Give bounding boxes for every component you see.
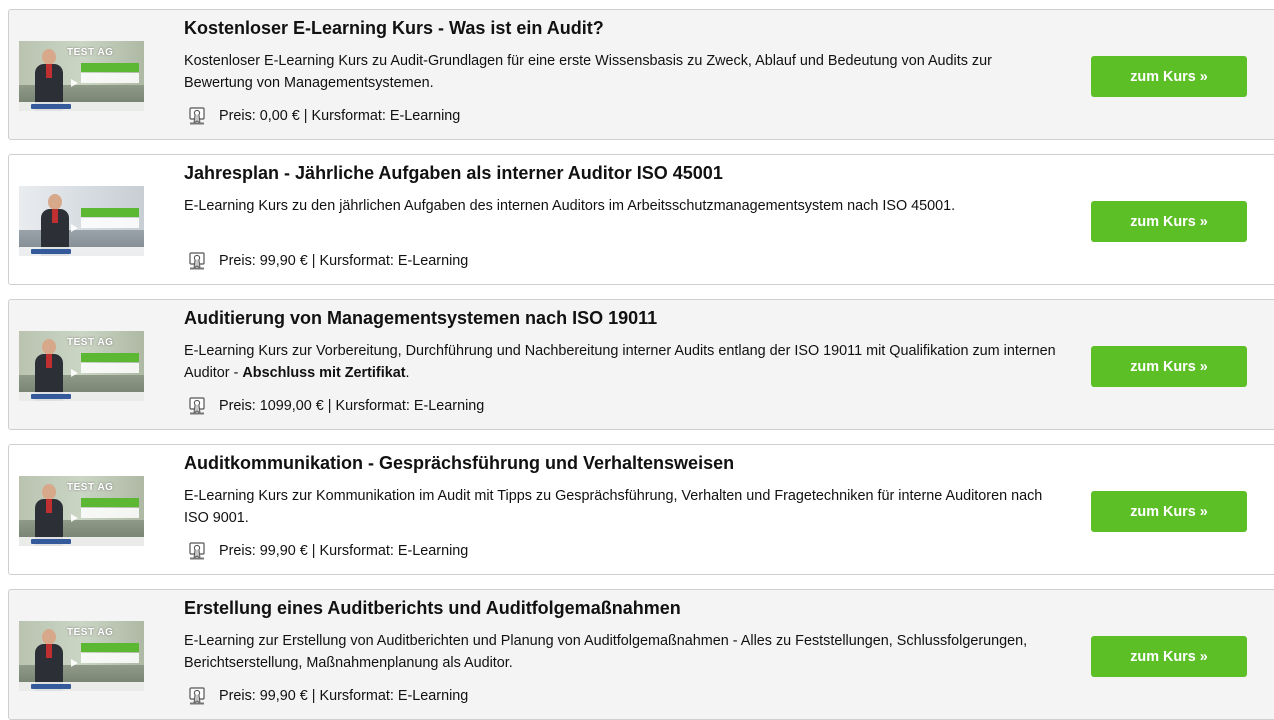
zum-kurs-button[interactable]: zum Kurs » <box>1091 491 1247 532</box>
thumbnail-logo-text: TEST AG <box>67 47 114 58</box>
course-thumbnail[interactable]: TEST AG <box>19 331 144 401</box>
course-description: E-Learning Kurs zur Vorbereitung, Durchf… <box>184 343 1056 381</box>
course-description: E-Learning Kurs zu den jährlichen Aufgab… <box>184 198 956 214</box>
certificate-badge-icon <box>189 107 205 125</box>
course-card: TEST AG Kostenloser E-Learning Kurs - Wa… <box>8 9 1274 140</box>
zum-kurs-button[interactable]: zum Kurs » <box>1091 346 1247 387</box>
zum-kurs-button[interactable]: zum Kurs » <box>1091 56 1247 97</box>
certificate-badge-icon <box>189 687 205 705</box>
course-title[interactable]: Kostenloser E-Learning Kurs - Was ist ei… <box>184 18 604 39</box>
course-meta: Preis: 99,90 € | Kursformat: E-Learning <box>189 687 468 705</box>
course-meta-text: Preis: 99,90 € | Kursformat: E-Learning <box>219 253 469 269</box>
course-card: TEST AG Auditkommunikation - Gesprächsfü… <box>8 444 1274 575</box>
course-card: TEST AG Auditierung von Managementsystem… <box>8 299 1274 430</box>
play-icon <box>71 659 78 667</box>
course-description: E-Learning Kurs zur Kommunikation im Aud… <box>184 488 1043 526</box>
course-title[interactable]: Auditkommunikation - Gesprächsführung un… <box>184 453 734 474</box>
course-meta: Preis: 1099,00 € | Kursformat: E-Learnin… <box>189 397 484 415</box>
course-description: Kostenloser E-Learning Kurs zu Audit-Gru… <box>184 53 992 91</box>
thumbnail-logo-text: TEST AG <box>67 627 114 638</box>
thumbnail-logo-text: TEST AG <box>67 482 114 493</box>
play-icon <box>71 514 78 522</box>
certificate-badge-icon <box>189 397 205 415</box>
play-icon <box>71 369 78 377</box>
course-meta-text: Preis: 1099,00 € | Kursformat: E-Learnin… <box>219 398 485 414</box>
course-meta-text: Preis: 99,90 € | Kursformat: E-Learning <box>219 543 469 559</box>
zum-kurs-button[interactable]: zum Kurs » <box>1091 201 1247 242</box>
course-title[interactable]: Auditierung von Managementsystemen nach … <box>184 308 657 329</box>
course-thumbnail[interactable]: TEST AG <box>19 41 144 111</box>
course-thumbnail[interactable]: TEST AG <box>19 621 144 691</box>
course-meta-text: Preis: 99,90 € | Kursformat: E-Learning <box>219 688 469 704</box>
course-card: TEST AG Erstellung eines Auditberichts u… <box>8 589 1274 720</box>
course-meta: Preis: 99,90 € | Kursformat: E-Learning <box>189 542 468 560</box>
certificate-badge-icon <box>189 252 205 270</box>
course-thumbnail[interactable] <box>19 186 144 256</box>
course-meta: Preis: 99,90 € | Kursformat: E-Learning <box>189 252 468 270</box>
course-meta: Preis: 0,00 € | Kursformat: E-Learning <box>189 107 460 125</box>
course-card: Jahresplan - Jährliche Aufgaben als inte… <box>8 154 1274 285</box>
course-meta-text: Preis: 0,00 € | Kursformat: E-Learning <box>219 108 461 124</box>
certificate-badge-icon <box>189 542 205 560</box>
course-title[interactable]: Jahresplan - Jährliche Aufgaben als inte… <box>184 163 723 184</box>
course-description: E-Learning zur Erstellung von Auditberic… <box>184 633 1028 671</box>
course-list: TEST AG Kostenloser E-Learning Kurs - Wa… <box>0 0 1274 720</box>
thumbnail-logo-text: TEST AG <box>67 337 114 348</box>
play-icon <box>71 224 78 232</box>
play-icon <box>71 79 78 87</box>
course-title[interactable]: Erstellung eines Auditberichts und Audit… <box>184 598 681 619</box>
course-thumbnail[interactable]: TEST AG <box>19 476 144 546</box>
zum-kurs-button[interactable]: zum Kurs » <box>1091 636 1247 677</box>
